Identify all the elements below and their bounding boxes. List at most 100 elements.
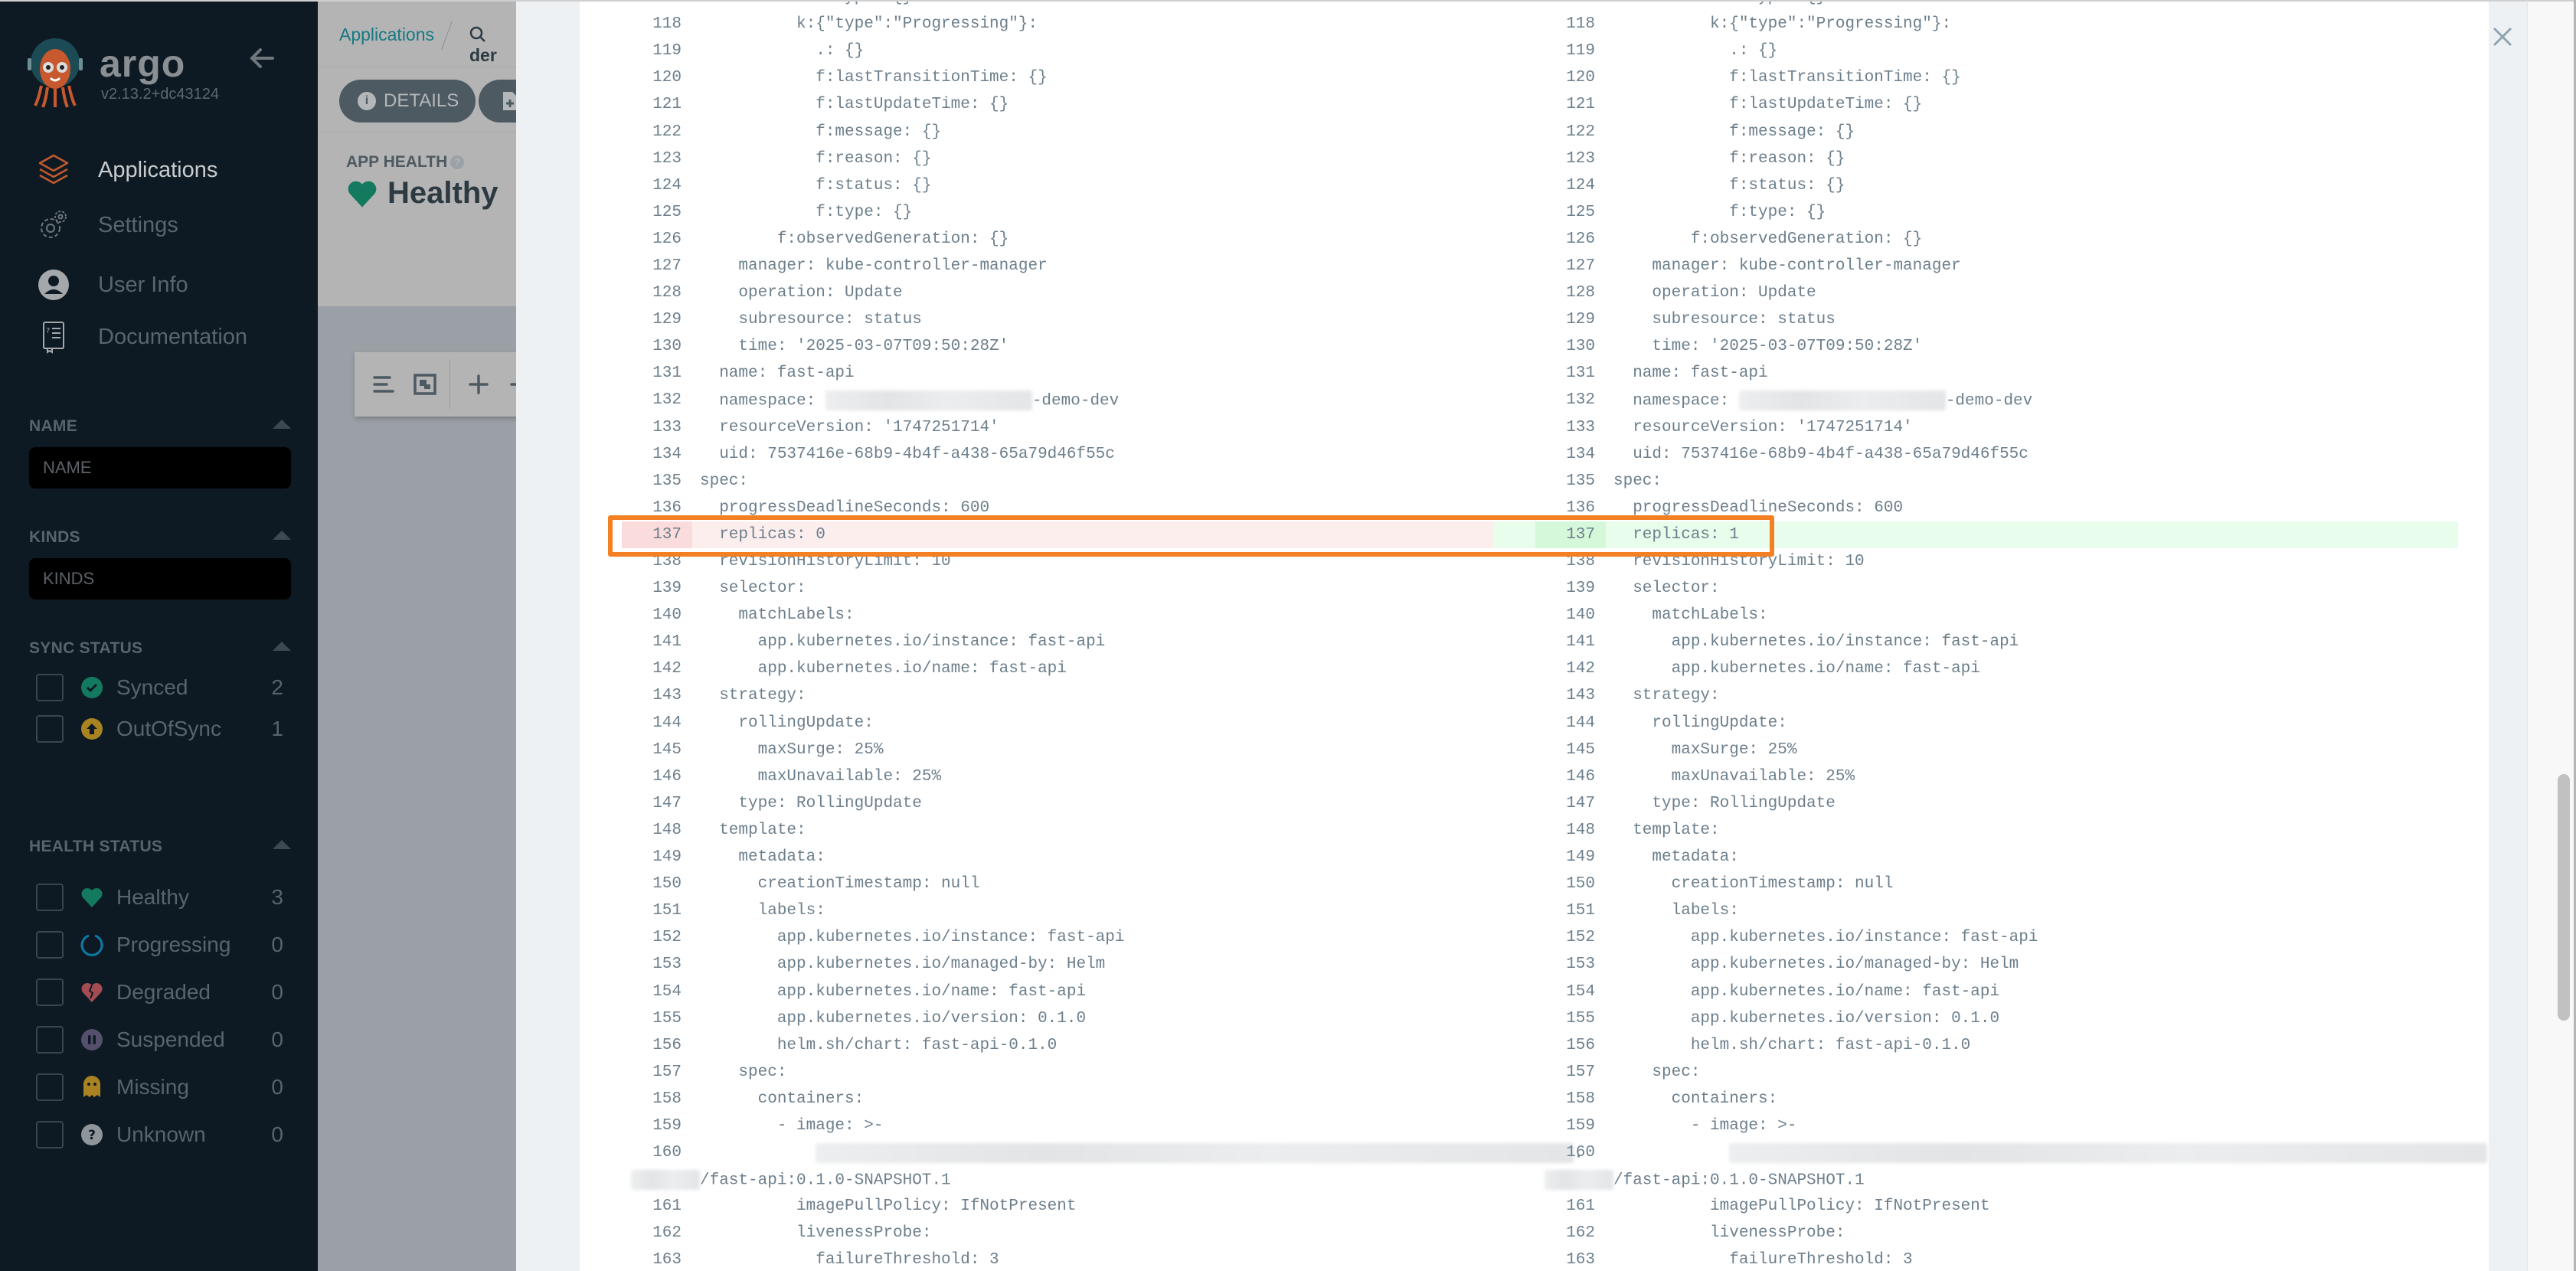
fit-view-button[interactable]	[410, 369, 440, 400]
ghost-icon	[80, 1076, 103, 1099]
filter-kinds-title: KINDS	[29, 528, 80, 546]
filter-health-status-title: HEALTH STATUS	[29, 838, 163, 855]
collapse-name-filter-caret-icon[interactable]	[273, 420, 291, 429]
code-text: helm.sh/chart: fast-api-0.1.0	[700, 1036, 1058, 1054]
code-text: type: RollingUpdate	[1613, 794, 1836, 812]
filter-item-unknown[interactable]: ? Unknown 0	[29, 1118, 291, 1152]
kinds-filter-input[interactable]	[29, 558, 291, 600]
nav-user-info[interactable]: User Info	[0, 262, 318, 308]
code-text: type: RollingUpdate	[700, 794, 922, 812]
collapse-kinds-filter-caret-icon[interactable]	[273, 531, 291, 540]
diff-line: 119 .: {}	[1493, 38, 2489, 64]
line-number: 133	[652, 418, 682, 436]
line-number: 133	[1566, 418, 1595, 436]
out-of-sync-count: 1	[271, 717, 283, 740]
code-text: app.kubernetes.io/instance: fast-api	[1613, 633, 2019, 652]
unknown-label: Unknown	[116, 1122, 206, 1146]
code-text: f:status: {}	[1613, 176, 1845, 194]
unknown-checkbox[interactable]	[36, 1121, 64, 1148]
filter-item-degraded[interactable]: Degraded 0	[29, 975, 291, 1009]
code-text: time: '2025-03-07T09:50:28Z'	[700, 338, 1009, 356]
line-number: 146	[1566, 767, 1595, 786]
svg-text:?: ?	[88, 1128, 96, 1143]
zoom-out-button[interactable]	[505, 369, 516, 400]
page-scrollbar-thumb[interactable]	[2558, 774, 2570, 1021]
nav-documentation[interactable]: ? Documentation	[0, 314, 318, 360]
code-text: app.kubernetes.io/name: fast-api	[700, 982, 1087, 1001]
code-text: app.kubernetes.io/name: fast-api	[700, 660, 1067, 678]
diff-line: 139 selector:	[580, 575, 1529, 602]
zoom-in-button[interactable]	[463, 369, 494, 400]
code-text: app.kubernetes.io/version: 0.1.0	[1613, 1009, 2000, 1028]
collapse-health-status-caret-icon[interactable]	[273, 840, 291, 849]
nav-settings[interactable]: Settings	[0, 202, 318, 248]
line-number: 129	[1566, 311, 1595, 329]
line-number: 154	[1566, 982, 1595, 1001]
heart-icon	[348, 181, 377, 207]
line-number: 149	[1566, 848, 1595, 867]
line-number: 160	[1566, 1144, 1595, 1162]
filter-item-progressing[interactable]: Progressing 0	[29, 928, 291, 962]
line-number: 150	[652, 875, 682, 894]
filter-item-healthy[interactable]: Healthy 3	[29, 881, 291, 914]
list-view-button[interactable]	[368, 369, 399, 400]
diff-button[interactable]	[479, 80, 516, 123]
diff-line: 140 matchLabels:	[1493, 602, 2489, 629]
diff-line: 132 namespace: -demo-dev	[1493, 387, 2489, 413]
help-icon[interactable]: ?	[450, 155, 465, 169]
diff-line: 133 resourceVersion: '1747251714'	[580, 414, 1529, 441]
filter-item-missing[interactable]: Missing 0	[29, 1070, 291, 1104]
breadcrumb-applications[interactable]: Applications	[339, 25, 434, 45]
code-text: f:reason: {}	[1613, 149, 1845, 168]
out-of-sync-label: OutOfSync	[116, 717, 221, 740]
close-panel-button[interactable]	[2489, 23, 2516, 51]
diff-line: 129 subresource: status	[580, 306, 1529, 333]
code-text: app.kubernetes.io/name: fast-api	[1613, 982, 2000, 1001]
diff-line: 134 uid: 7537416e-68b9-4b4f-a438-65a79d4…	[580, 441, 1529, 468]
filter-item-suspended[interactable]: Suspended 0	[29, 1023, 291, 1057]
code-text: f:lastTransitionTime: {}	[700, 69, 1048, 87]
page-scrollbar-track[interactable]	[2527, 0, 2576, 1271]
out-of-sync-checkbox[interactable]	[36, 715, 64, 743]
nav-applications[interactable]: Applications	[0, 147, 318, 193]
synced-checkbox[interactable]	[36, 674, 64, 701]
healthy-checkbox[interactable]	[36, 884, 64, 911]
suspended-checkbox[interactable]	[36, 1026, 64, 1054]
code-text: k:{"type":"Progressing"}:	[700, 15, 1038, 34]
code-text: failureThreshold: 3	[700, 1251, 999, 1269]
degraded-checkbox[interactable]	[36, 979, 64, 1006]
info-icon: i	[358, 92, 376, 110]
line-number: 131	[1566, 364, 1595, 383]
code-text: f:lastTransitionTime: {}	[1613, 69, 1961, 87]
diff-left-live-manifest: 117 f:type: {}118 k:{"type":"Progressing…	[580, 2, 1584, 1271]
diff-line: 120 f:lastTransitionTime: {}	[1493, 64, 2489, 91]
diff-line: 133 resourceVersion: '1747251714'	[1493, 414, 2489, 441]
filter-item-synced[interactable]: Synced 2	[29, 671, 291, 704]
code-text: f:reason: {}	[700, 149, 932, 168]
line-number: 148	[1566, 821, 1595, 839]
line-number: 134	[652, 445, 682, 463]
diff-line: 119 .: {}	[580, 38, 1529, 64]
diff-line: 124 f:status: {}	[580, 172, 1529, 199]
details-button[interactable]: i DETAILS	[339, 80, 476, 123]
code-text: f:status: {}	[700, 176, 932, 194]
diff-line: 148 template:	[580, 817, 1529, 844]
line-number: 140	[1566, 606, 1595, 625]
plus-icon	[469, 374, 489, 394]
code-text: subresource: status	[700, 311, 922, 329]
brand-name: argo	[100, 42, 186, 85]
filter-item-out-of-sync[interactable]: OutOfSync 1	[29, 712, 291, 746]
name-filter-input[interactable]	[29, 447, 291, 488]
diff-line-removed: 137 replicas: 0	[622, 521, 1529, 548]
missing-checkbox[interactable]	[36, 1073, 64, 1101]
argo-logo-icon[interactable]	[28, 38, 83, 109]
line-number: 127	[652, 256, 682, 275]
line-number: 119	[1566, 42, 1595, 60]
diff-line: 141 app.kubernetes.io/instance: fast-api	[1493, 629, 2489, 655]
collapse-sync-status-caret-icon[interactable]	[273, 642, 291, 651]
breadcrumb-current[interactable]: der	[469, 25, 516, 66]
diff-line: 135 spec:	[1493, 468, 2489, 495]
line-number: 127	[1566, 256, 1595, 275]
collapse-sidebar-button[interactable]	[247, 43, 277, 74]
progressing-checkbox[interactable]	[36, 931, 64, 959]
